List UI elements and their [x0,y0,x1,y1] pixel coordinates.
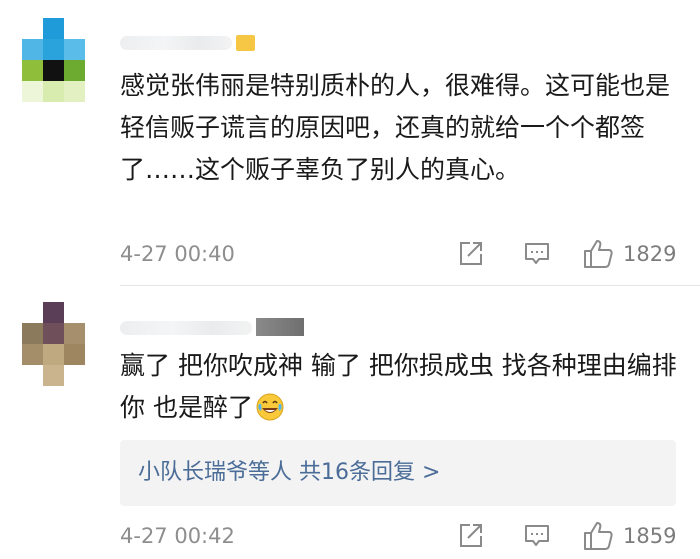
replies-link[interactable]: 小队长瑞爷等人 共16条回复 > [138,458,440,488]
thumbs-up-icon [584,522,613,550]
reply-count[interactable]: 共16条回复 [299,460,415,485]
comment-feed: 感觉张伟丽是特别质朴的人，很难得。这可能也是轻信贩子谎言的原因吧，还真的就给一个… [0,0,700,559]
like-count: 1859 [623,524,677,548]
member-badge-icon [256,318,304,336]
reply-button[interactable] [522,520,552,552]
comment-icon [525,525,549,546]
like-button[interactable]: 1859 [582,520,682,552]
member-badge-icon [236,35,255,51]
replies-preview[interactable]: 小队长瑞爷等人 共16条回复 > [120,440,676,506]
laugh-cry-emoji-icon [256,393,284,421]
avatar[interactable] [22,18,86,102]
comment-text-body: 赢了 把你吹成神 输了 把你损成虫 找各种理由编排你 也是醉了 [120,351,677,422]
comment-footer: 4-27 00:42 1859 [120,520,680,552]
share-button[interactable] [456,520,486,552]
chevron-right-icon: > [422,460,441,485]
comment-item: 感觉张伟丽是特别质朴的人，很难得。这可能也是轻信贩子谎言的原因吧，还真的就给一个… [0,0,700,286]
comment-text: 感觉张伟丽是特别质朴的人，很难得。这可能也是轻信贩子谎言的原因吧，还真的就给一个… [120,71,671,184]
like-count: 1829 [623,242,677,266]
reply-button[interactable] [522,238,552,270]
comment-icon [525,243,549,264]
timestamp: 4-27 00:40 [120,242,235,266]
share-icon [460,242,482,265]
timestamp: 4-27 00:42 [120,524,235,548]
username[interactable] [120,318,304,338]
like-button[interactable]: 1829 [582,238,682,270]
thumbs-up-icon [584,240,613,268]
avatar[interactable] [22,302,86,386]
share-icon [460,524,482,547]
reply-middle-text: 等人 [248,460,300,485]
reply-user-link[interactable]: 小队长瑞爷 [138,460,248,485]
comment-text: 赢了 把你吹成神 输了 把你损成虫 找各种理由编排你 也是醉了 [120,345,680,429]
username-blurred [120,36,232,50]
comment-footer: 4-27 00:40 1829 [120,238,680,270]
comment-item: 赢了 把你吹成神 输了 把你损成虫 找各种理由编排你 也是醉了 小队长瑞爷等人 … [0,286,700,559]
username-blurred [120,321,252,335]
share-button[interactable] [456,238,486,270]
username[interactable] [120,33,255,53]
